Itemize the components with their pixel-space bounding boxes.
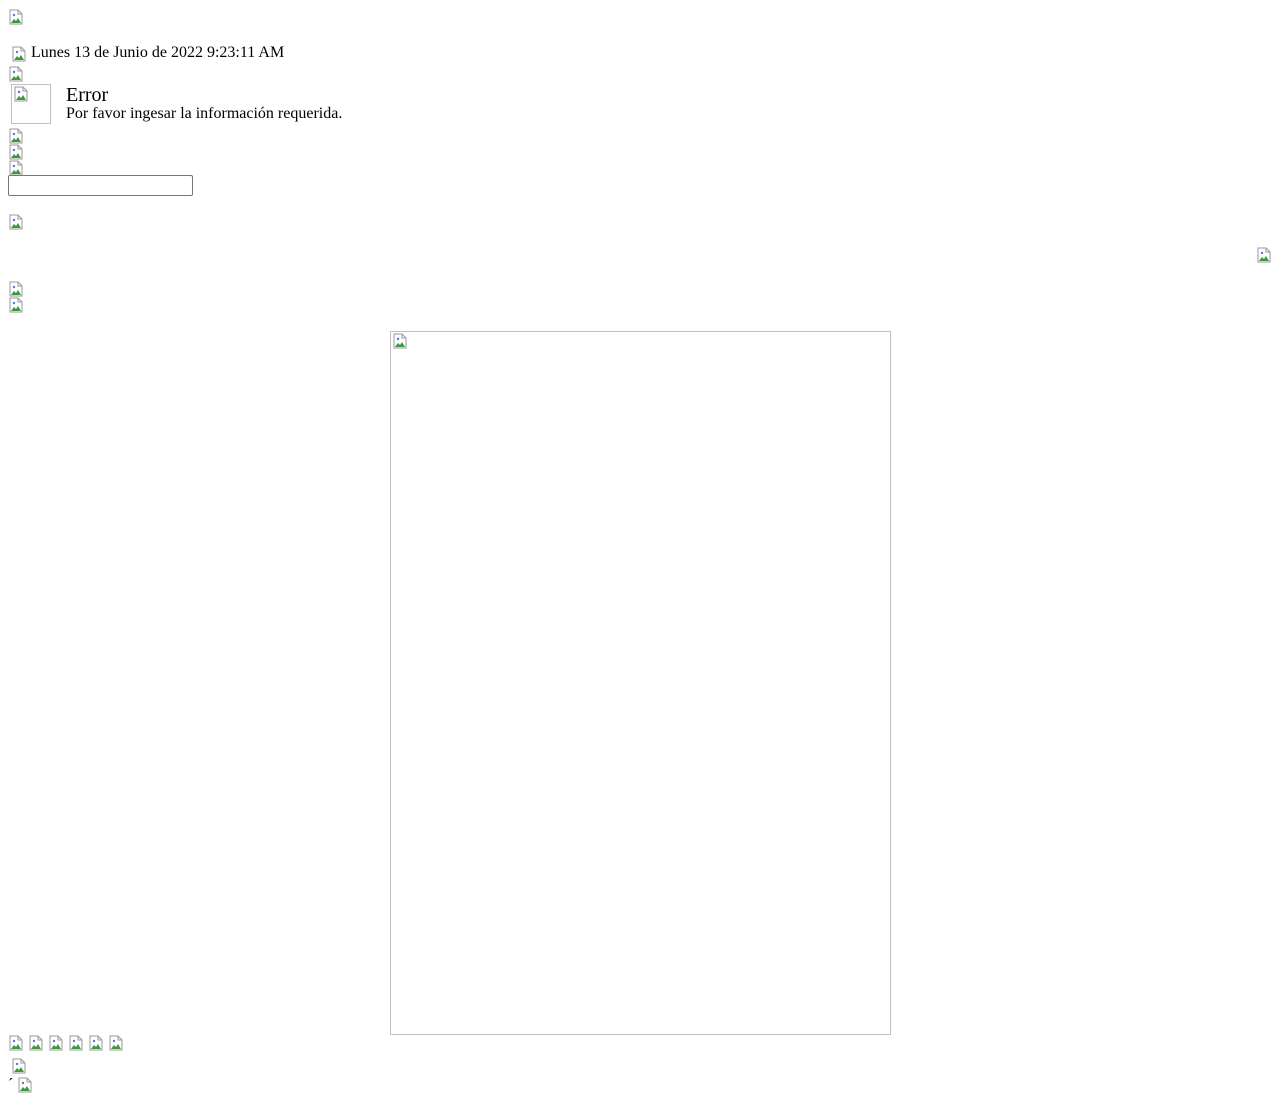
current-datetime: Lunes 13 de Junio de 2022 9:23:11 AM [31, 44, 285, 61]
footer-nav-broken-image-icon[interactable] [68, 1035, 84, 1051]
spacer-broken-image-icon [8, 297, 24, 313]
main-image-frame [390, 331, 891, 1035]
stray-character: ´ [8, 1076, 14, 1093]
main-broken-image-icon [392, 333, 408, 349]
footer-broken-image-icon [17, 1077, 33, 1093]
error-message: Por favor ingesar la información requeri… [66, 105, 343, 122]
clock-broken-image-icon [11, 46, 27, 62]
error-broken-image-icon [13, 86, 29, 102]
banner-broken-image-icon [8, 214, 24, 230]
right-broken-image-icon[interactable] [1256, 247, 1272, 263]
spacer-broken-image-icon [8, 160, 24, 176]
footer-nav-broken-image-icon[interactable] [8, 1035, 24, 1051]
error-icon [11, 84, 51, 124]
footer-nav-broken-image-icon[interactable] [48, 1035, 64, 1051]
spacer-broken-image-icon [8, 144, 24, 160]
error-title: Error [66, 84, 109, 106]
footer-nav-broken-image-icon[interactable] [28, 1035, 44, 1051]
text-input[interactable] [8, 175, 193, 196]
footer-broken-image-icon [11, 1058, 27, 1074]
spacer-broken-image-icon [8, 66, 24, 82]
logo-broken-image-icon [8, 9, 24, 25]
footer-nav-broken-image-icon[interactable] [108, 1035, 124, 1051]
spacer-broken-image-icon [8, 128, 24, 144]
spacer-broken-image-icon [8, 281, 24, 297]
footer-nav-broken-image-icon[interactable] [88, 1035, 104, 1051]
